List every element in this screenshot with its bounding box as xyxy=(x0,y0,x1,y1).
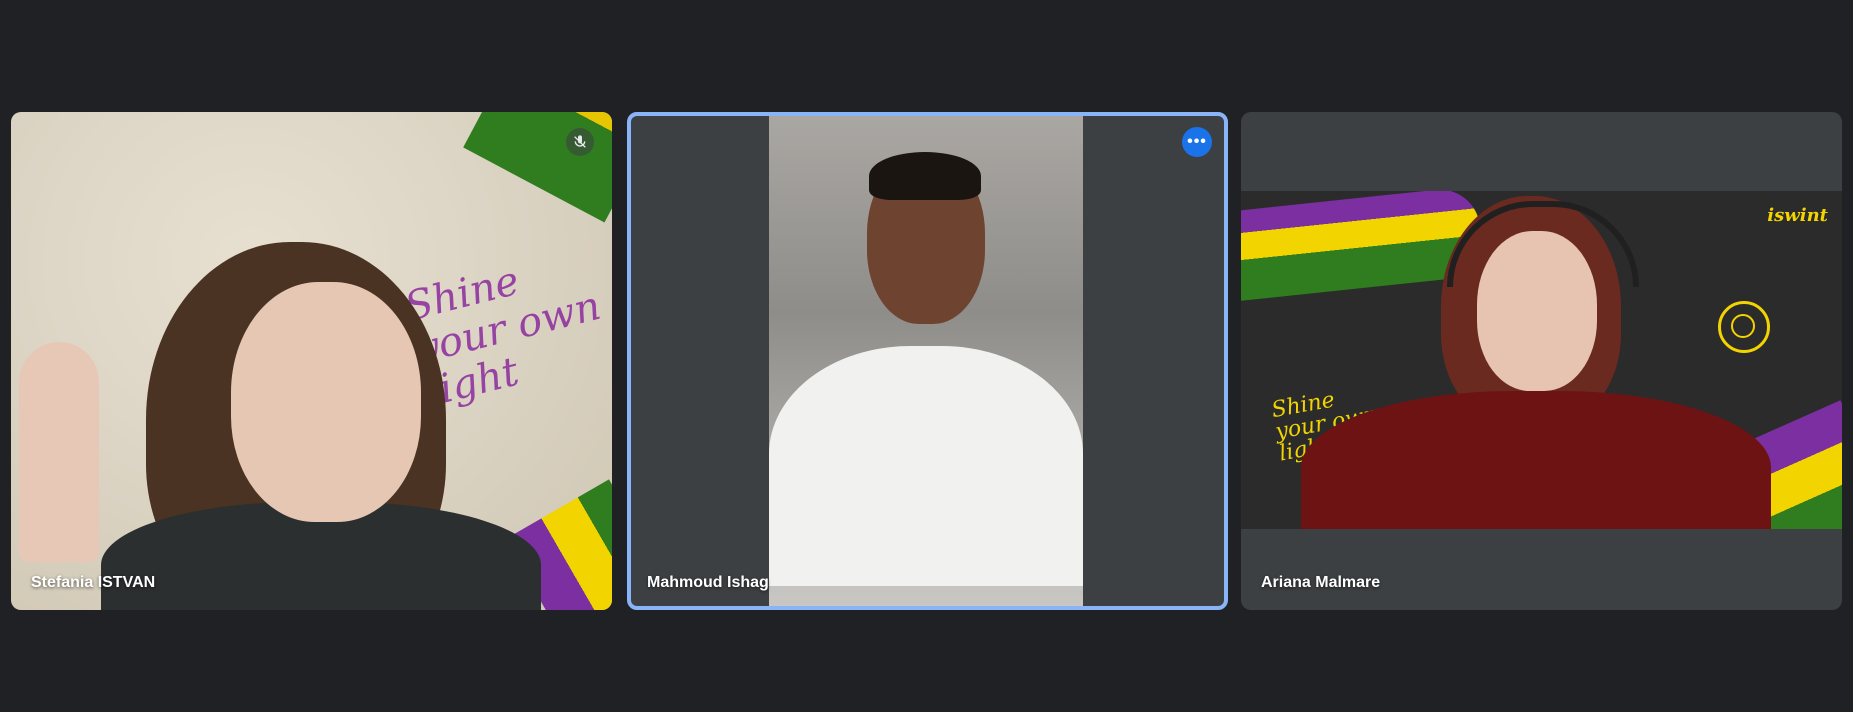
participant-tile-ariana[interactable]: iswint Shine your own light Ariana Malmare xyxy=(1241,112,1842,610)
participant-video: iswint Shine your own light xyxy=(1241,191,1842,529)
meeting-grid: Shine your own light Stefania ISTVAN ••• M… xyxy=(0,0,1853,712)
participant-tile-stefania[interactable]: Shine your own light Stefania ISTVAN xyxy=(11,112,612,610)
background-logo: iswint xyxy=(1767,205,1828,226)
participant-tile-mahmoud[interactable]: ••• Mahmoud Ishag xyxy=(627,112,1228,610)
participant-name: Ariana Malmare xyxy=(1261,574,1381,591)
more-options-icon[interactable]: ••• xyxy=(1182,127,1212,157)
sun-icon xyxy=(1718,301,1770,353)
mic-off-icon xyxy=(566,128,594,156)
participant-video xyxy=(769,116,1083,606)
participant-name: Mahmoud Ishag xyxy=(647,574,769,591)
participant-name: Stefania ISTVAN xyxy=(31,574,156,591)
